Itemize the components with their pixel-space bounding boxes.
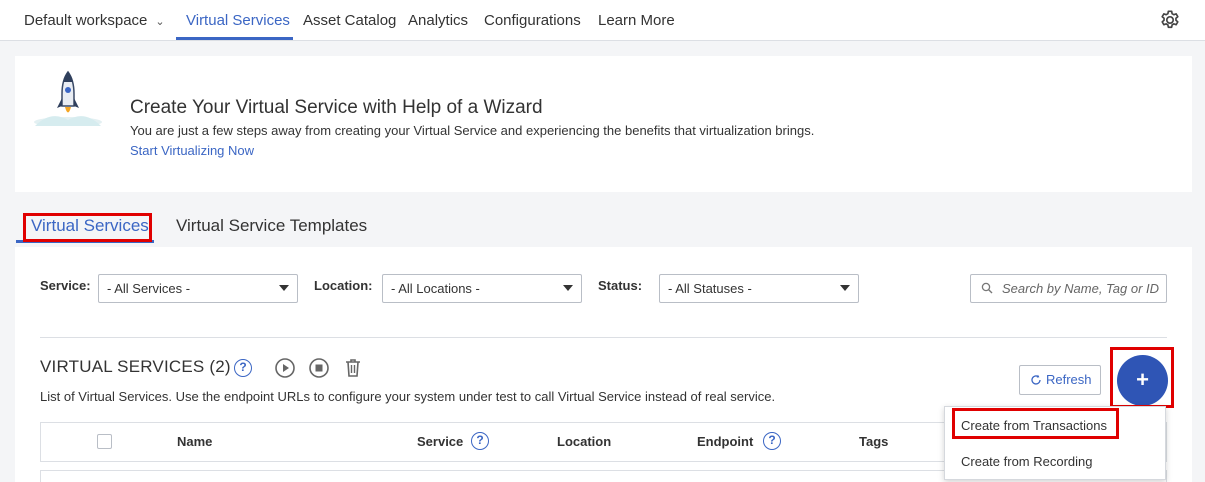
help-icon[interactable]: ? xyxy=(763,432,781,450)
status-filter-value: - All Statuses - xyxy=(668,281,752,296)
column-header-location[interactable]: Location xyxy=(557,434,611,449)
nav-analytics[interactable]: Analytics xyxy=(408,0,468,41)
help-icon[interactable]: ? xyxy=(471,432,489,450)
wizard-banner: Create Your Virtual Service with Help of… xyxy=(15,56,1192,192)
status-filter-label: Status: xyxy=(598,278,643,293)
caret-down-icon xyxy=(840,285,850,291)
active-tab-indicator xyxy=(16,240,154,243)
nav-learn-more[interactable]: Learn More xyxy=(598,0,675,41)
location-filter-value: - All Locations - xyxy=(391,281,480,296)
start-virtualizing-link[interactable]: Start Virtualizing Now xyxy=(130,143,254,158)
gear-icon[interactable] xyxy=(1159,9,1181,31)
workspace-selector[interactable]: Default workspace ⌄ xyxy=(24,0,165,41)
rocket-icon xyxy=(34,70,102,126)
caret-down-icon xyxy=(563,285,573,291)
caret-down-icon xyxy=(279,285,289,291)
banner-description: You are just a few steps away from creat… xyxy=(130,123,815,138)
tab-virtual-service-templates[interactable]: Virtual Service Templates xyxy=(176,216,367,236)
section-divider xyxy=(40,337,1167,338)
section-description: List of Virtual Services. Use the endpoi… xyxy=(40,389,776,404)
play-icon[interactable] xyxy=(274,357,296,379)
nav-asset-catalog[interactable]: Asset Catalog xyxy=(303,0,396,41)
location-filter-label: Location: xyxy=(314,278,373,293)
column-header-tags[interactable]: Tags xyxy=(859,434,888,449)
location-filter-select[interactable]: - All Locations - xyxy=(382,274,582,303)
column-header-endpoint[interactable]: Endpoint xyxy=(697,434,753,449)
search-input[interactable]: Search by Name, Tag or ID xyxy=(970,274,1167,303)
add-virtual-service-button[interactable]: + xyxy=(1117,355,1168,406)
top-nav: Default workspace ⌄ Virtual Services Asse… xyxy=(0,0,1205,41)
chevron-down-icon: ⌄ xyxy=(155,16,165,28)
nav-configurations[interactable]: Configurations xyxy=(484,0,581,41)
banner-title: Create Your Virtual Service with Help of… xyxy=(130,97,543,118)
status-filter-select[interactable]: - All Statuses - xyxy=(659,274,859,303)
refresh-label: Refresh xyxy=(1046,372,1092,387)
column-header-service[interactable]: Service xyxy=(417,434,463,449)
search-placeholder: Search by Name, Tag or ID xyxy=(1002,281,1160,296)
menu-item-create-from-recording[interactable]: Create from Recording xyxy=(961,454,1093,469)
search-icon xyxy=(981,282,993,294)
select-all-checkbox[interactable] xyxy=(97,434,112,449)
workspace-label: Default workspace xyxy=(24,12,148,29)
column-header-name[interactable]: Name xyxy=(177,434,212,449)
service-filter-select[interactable]: - All Services - xyxy=(98,274,298,303)
service-filter-label: Service: xyxy=(40,278,91,293)
refresh-icon xyxy=(1031,374,1041,385)
stop-icon[interactable] xyxy=(308,357,330,379)
help-icon[interactable]: ? xyxy=(234,359,252,377)
tab-virtual-services[interactable]: Virtual Services xyxy=(31,216,149,236)
active-nav-indicator xyxy=(176,37,293,40)
add-menu: Create from Transactions Create from Rec… xyxy=(944,406,1166,480)
nav-virtual-services[interactable]: Virtual Services xyxy=(186,0,290,41)
service-filter-value: - All Services - xyxy=(107,281,191,296)
trash-icon[interactable] xyxy=(342,357,364,379)
refresh-button[interactable]: Refresh xyxy=(1019,365,1101,395)
section-title: VIRTUAL SERVICES (2) xyxy=(40,357,231,376)
menu-item-create-from-transactions[interactable]: Create from Transactions xyxy=(961,418,1107,433)
